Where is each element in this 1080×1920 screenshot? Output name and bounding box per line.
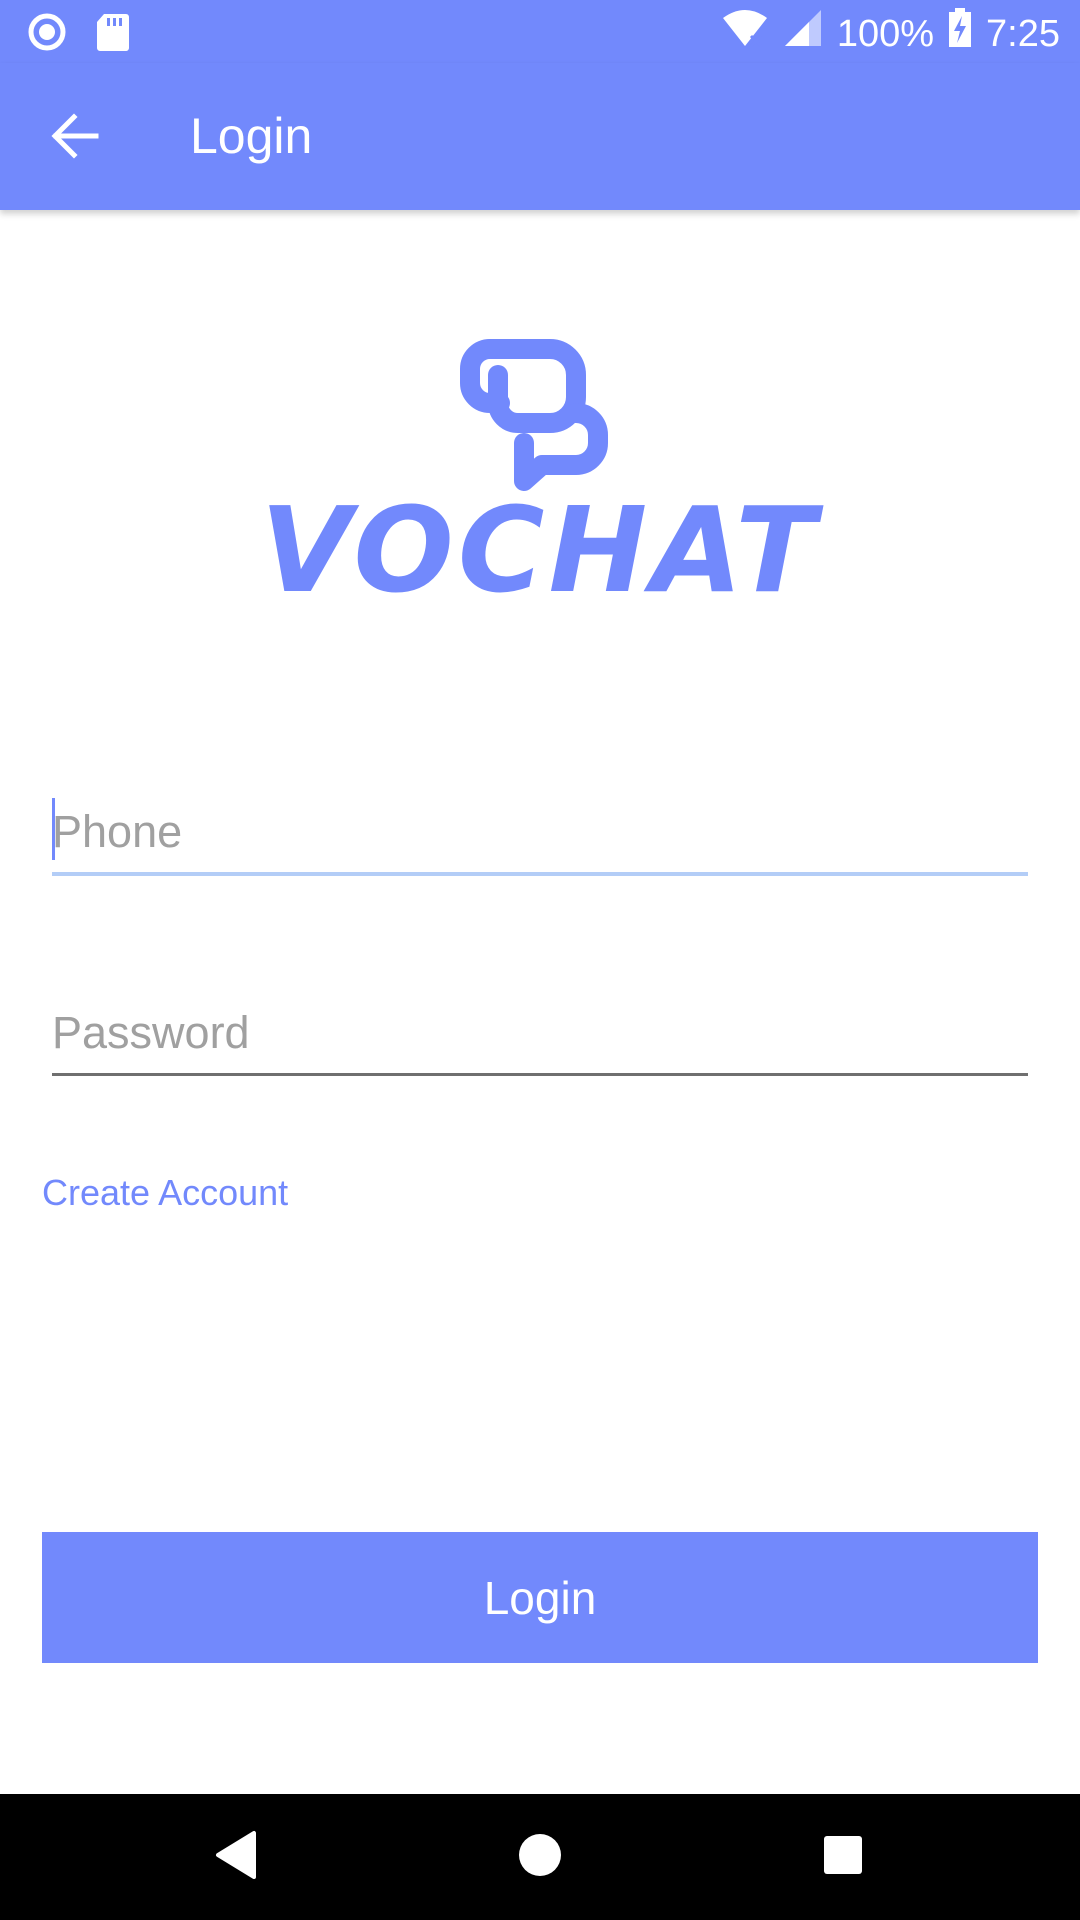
wifi-icon xyxy=(721,8,769,60)
page-title: Login xyxy=(190,108,313,164)
logo-wordmark: VOCHAT xyxy=(260,481,820,619)
system-nav-bar xyxy=(0,1794,1080,1920)
status-bar: 100% 7:25 xyxy=(0,0,1080,63)
login-screen: 100% 7:25 Login VOCHAT Phone Create Acco… xyxy=(0,0,1080,1920)
back-triangle-icon xyxy=(214,1830,258,1885)
sd-card-icon xyxy=(96,12,130,57)
text-caret xyxy=(52,798,55,860)
back-button[interactable] xyxy=(30,103,120,173)
password-input[interactable] xyxy=(52,997,1028,1069)
clock: 7:25 xyxy=(986,13,1060,55)
phone-field[interactable] xyxy=(52,796,1028,876)
battery-percent: 100% xyxy=(836,13,935,55)
nav-home-button[interactable] xyxy=(505,1822,575,1892)
nav-back-button[interactable] xyxy=(201,1822,271,1892)
home-circle-icon xyxy=(517,1832,563,1883)
recents-square-icon xyxy=(822,1834,864,1881)
chat-bubbles-icon xyxy=(460,335,620,500)
login-button[interactable]: Login xyxy=(42,1532,1038,1663)
signal-icon xyxy=(783,8,823,60)
password-field[interactable] xyxy=(52,997,1028,1076)
app-logo: VOCHAT xyxy=(260,335,820,615)
record-icon xyxy=(28,13,66,56)
app-bar: Login xyxy=(0,63,1080,210)
phone-input[interactable] xyxy=(52,796,1028,868)
nav-recents-button[interactable] xyxy=(808,1822,878,1892)
arrow-back-icon xyxy=(50,112,100,164)
battery-charging-icon xyxy=(948,8,972,60)
create-account-link[interactable]: Create Account xyxy=(42,1168,288,1218)
